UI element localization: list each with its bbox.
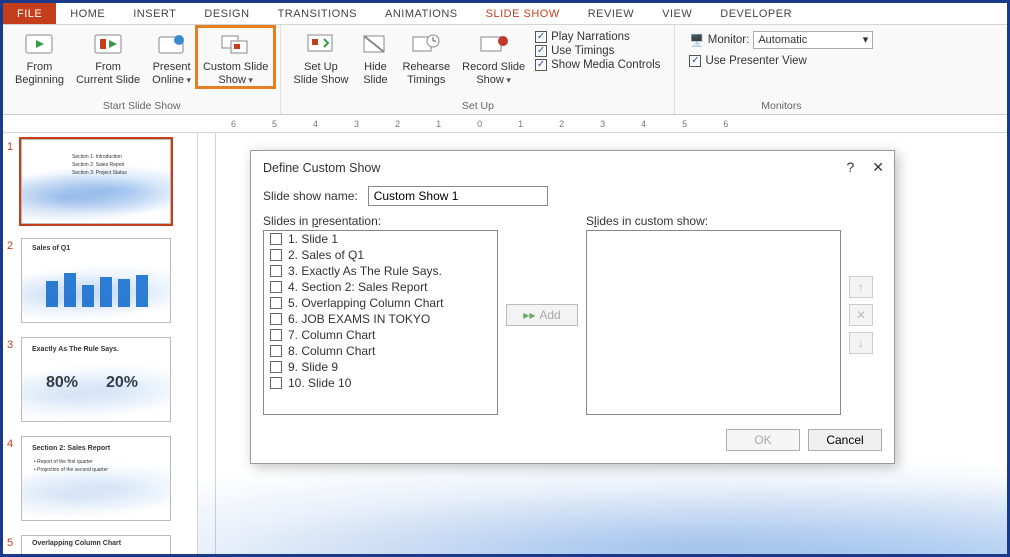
rehearse-label: Rehearse Timings — [402, 61, 450, 87]
hide-slide-icon — [360, 31, 390, 59]
slides-in-presentation-label: Slides in presentation: — [263, 214, 498, 228]
present-online-button[interactable]: Present Online — [146, 27, 197, 87]
slide-thumbnail-1[interactable]: Section 1: Introduction Section 2: Sales… — [21, 139, 171, 224]
tab-transitions[interactable]: TRANSITIONS — [264, 3, 371, 24]
thumb-number: 1 — [7, 139, 21, 224]
tab-file[interactable]: FILE — [3, 3, 56, 24]
list-item[interactable]: 4. Section 2: Sales Report — [264, 279, 497, 295]
set-up-slide-show-button[interactable]: Set Up Slide Show — [287, 27, 354, 87]
present-online-icon — [157, 31, 187, 59]
record-label: Record Slide Show — [462, 61, 525, 87]
play-narrations-checkbox[interactable]: ✓Play Narrations — [535, 31, 660, 43]
list-item[interactable]: 5. Overlapping Column Chart — [264, 295, 497, 311]
list-item[interactable]: 2. Sales of Q1 — [264, 247, 497, 263]
from-current-button[interactable]: From Current Slide — [70, 27, 146, 87]
from-beginning-button[interactable]: From Beginning — [9, 27, 70, 87]
slide-thumbnail-5[interactable]: Overlapping Column Chart — [21, 535, 171, 554]
remove-button: ✕ — [849, 304, 873, 326]
dialog-title: Define Custom Show — [263, 161, 380, 175]
tab-developer[interactable]: DEVELOPER — [706, 3, 806, 24]
cancel-button[interactable]: Cancel — [808, 429, 882, 451]
play-narrations-label: Play Narrations — [551, 31, 630, 43]
hide-slide-button[interactable]: Hide Slide — [354, 27, 396, 87]
list-item[interactable]: 6. JOB EXAMS IN TOKYO — [264, 311, 497, 327]
thumb-number: 3 — [7, 337, 21, 422]
rehearse-icon — [411, 31, 441, 59]
present-online-label: Present Online — [152, 61, 191, 87]
tab-insert[interactable]: INSERT — [119, 3, 190, 24]
show-media-label: Show Media Controls — [551, 59, 660, 71]
record-slide-show-button[interactable]: Record Slide Show — [456, 27, 531, 87]
tab-animations[interactable]: ANIMATIONS — [371, 3, 472, 24]
slides-in-presentation-list[interactable]: 1. Slide 1 2. Sales of Q1 3. Exactly As … — [263, 230, 498, 415]
use-timings-label: Use Timings — [551, 45, 614, 57]
define-custom-show-dialog: Define Custom Show ? ✕ Slide show name: … — [250, 150, 895, 464]
ribbon: From Beginning From Current Slide Presen… — [3, 25, 1007, 115]
from-current-label: From Current Slide — [76, 61, 140, 87]
hide-slide-label: Hide Slide — [363, 61, 387, 87]
slide-thumbnail-3[interactable]: Exactly As The Rule Says. 80% 20% — [21, 337, 171, 422]
rehearse-timings-button[interactable]: Rehearse Timings — [396, 27, 456, 87]
thumb-number: 2 — [7, 238, 21, 323]
group-setup-label: Set Up — [287, 98, 668, 114]
dialog-help-button[interactable]: ? — [846, 159, 854, 176]
slides-in-custom-show-label: Slides in custom show: — [586, 214, 841, 228]
slide-thumbnail-2[interactable]: Sales of Q1 — [21, 238, 171, 323]
set-up-icon — [306, 31, 336, 59]
use-timings-checkbox[interactable]: ✓Use Timings — [535, 45, 660, 57]
ok-button: OK — [726, 429, 800, 451]
tab-review[interactable]: REVIEW — [574, 3, 648, 24]
tab-slideshow[interactable]: SLIDE SHOW — [472, 3, 574, 24]
slide-show-name-input[interactable] — [368, 186, 548, 206]
list-item[interactable]: 1. Slide 1 — [264, 231, 497, 247]
monitor-label: Monitor: — [708, 34, 750, 46]
move-up-button: ↑ — [849, 276, 873, 298]
slide-thumbnails-panel[interactable]: 1 Section 1: Introduction Section 2: Sal… — [3, 133, 198, 554]
slide-show-name-label: Slide show name: — [263, 189, 358, 203]
from-beginning-icon — [24, 31, 54, 59]
custom-slide-show-button[interactable]: Custom Slide Show — [197, 27, 274, 87]
list-item[interactable]: 9. Slide 9 — [264, 359, 497, 375]
show-media-checkbox[interactable]: ✓Show Media Controls — [535, 59, 660, 71]
list-item[interactable]: 3. Exactly As The Rule Says. — [264, 263, 497, 279]
horizontal-ruler: 6543210123456 — [3, 115, 1007, 133]
slide-thumbnail-4[interactable]: Section 2: Sales Report • Report of the … — [21, 436, 171, 521]
monitor-select[interactable]: Automatic▾ — [753, 31, 873, 49]
thumb-number: 5 — [7, 535, 21, 554]
custom-slide-show-label: Custom Slide Show — [203, 61, 268, 87]
tab-home[interactable]: HOME — [56, 3, 119, 24]
tab-design[interactable]: DESIGN — [190, 3, 263, 24]
monitor-icon: 🖥️ — [689, 33, 703, 47]
from-current-icon — [93, 31, 123, 59]
ribbon-tabs: FILE HOME INSERT DESIGN TRANSITIONS ANIM… — [3, 3, 1007, 25]
group-monitors-label: Monitors — [681, 98, 881, 114]
dialog-close-button[interactable]: ✕ — [872, 159, 884, 176]
list-item[interactable]: 8. Column Chart — [264, 343, 497, 359]
list-item[interactable]: 7. Column Chart — [264, 327, 497, 343]
set-up-label: Set Up Slide Show — [293, 61, 348, 87]
record-icon — [479, 31, 509, 59]
tab-view[interactable]: VIEW — [648, 3, 706, 24]
thumb-number: 4 — [7, 436, 21, 521]
add-button: ▸▸Add — [506, 304, 578, 326]
move-down-button: ↓ — [849, 332, 873, 354]
list-item[interactable]: 10. Slide 10 — [264, 375, 497, 391]
group-start-label: Start Slide Show — [9, 98, 274, 114]
presenter-view-label: Use Presenter View — [705, 55, 806, 67]
slides-in-custom-show-list[interactable] — [586, 230, 841, 415]
from-beginning-label: From Beginning — [15, 61, 64, 87]
presenter-view-checkbox[interactable]: ✓Use Presenter View — [689, 55, 873, 67]
custom-slide-show-icon — [221, 31, 251, 59]
